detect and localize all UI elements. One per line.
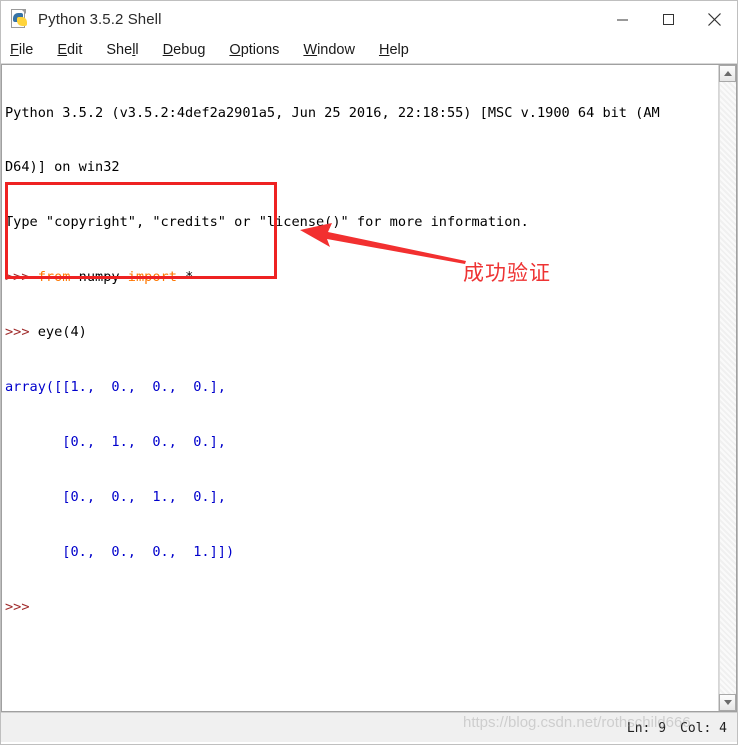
input-line-1: >>> from numpy import * xyxy=(5,268,718,286)
menu-mnemonic-options: O xyxy=(229,41,241,58)
status-column: Col: 4 xyxy=(680,720,727,736)
menu-item-debug[interactable]: Debug xyxy=(163,43,206,58)
menu-label-help: elp xyxy=(389,41,409,58)
banner-line-1: Python 3.5.2 (v3.5.2:4def2a2901a5, Jun 2… xyxy=(5,104,660,121)
menu-mnemonic-window: W xyxy=(303,41,318,58)
prompt-1: >>> xyxy=(5,269,30,286)
menu-label-edit: dit xyxy=(67,41,83,58)
output-line-1: array([[1., 0., 0., 0.], xyxy=(5,379,226,396)
idle-shell-window: Python 3.5.2 Shell File Edit Shell Debug… xyxy=(0,0,738,745)
input-1-module: numpy xyxy=(70,269,128,286)
prompt-2: >>> xyxy=(5,324,30,341)
menu-item-options[interactable]: Options xyxy=(229,43,279,58)
shell-text[interactable]: Python 3.5.2 (v3.5.2:4def2a2901a5, Jun 2… xyxy=(2,65,718,711)
menu-item-help[interactable]: Help xyxy=(379,43,409,58)
menu-item-edit[interactable]: Edit xyxy=(57,43,82,58)
annotation-label: 成功验证 xyxy=(463,261,551,285)
menu-label-options: ptions xyxy=(240,41,280,58)
keyword-from: from xyxy=(37,269,71,286)
input-1-star: * xyxy=(176,269,194,286)
title-bar: Python 3.5.2 Shell xyxy=(1,1,737,37)
vertical-scrollbar[interactable] xyxy=(718,65,736,711)
minimize-icon xyxy=(616,19,628,20)
maximize-icon xyxy=(662,13,674,25)
window-title: Python 3.5.2 Shell xyxy=(38,10,162,28)
keyword-import: import xyxy=(127,269,177,286)
menu-label-debug: ebug xyxy=(173,41,206,58)
minimize-button[interactable] xyxy=(599,1,645,37)
menu-mnemonic-debug: D xyxy=(162,41,174,58)
maximize-button[interactable] xyxy=(645,1,691,37)
menu-mnemonic-help: H xyxy=(378,41,390,58)
window-controls xyxy=(599,1,737,37)
scroll-down-button[interactable] xyxy=(719,694,736,711)
menu-label-file: ile xyxy=(18,41,34,58)
close-icon xyxy=(707,12,721,26)
menu-item-file[interactable]: File xyxy=(10,43,33,58)
close-button[interactable] xyxy=(691,1,737,37)
cursor-position: Ln: 9 Col: 4 xyxy=(613,713,727,743)
input-line-3: >>> xyxy=(5,598,718,616)
shell-output-area: Python 3.5.2 (v3.5.2:4def2a2901a5, Jun 2… xyxy=(1,64,737,712)
banner-line-3: Type "copyright", "credits" or "license(… xyxy=(5,214,529,231)
banner-line-2: D64)] on win32 xyxy=(5,159,120,176)
status-line: Ln: 9 xyxy=(626,720,667,736)
scroll-up-icon xyxy=(723,71,732,76)
menu-mnemonic-edit: E xyxy=(57,41,68,58)
scrollbar-track[interactable] xyxy=(719,82,736,694)
menu-item-window[interactable]: Window xyxy=(303,43,355,58)
status-bar: Ln: 9 Col: 4 xyxy=(1,712,737,742)
output-line-3: [0., 0., 1., 0.], xyxy=(5,488,226,505)
output-line-2: [0., 1., 0., 0.], xyxy=(5,433,226,450)
menu-label-window: indow xyxy=(317,41,355,58)
prompt-3: >>> xyxy=(5,598,30,615)
scroll-up-button[interactable] xyxy=(719,65,736,82)
input-1-space xyxy=(30,269,38,285)
input-line-2: >>> eye(4) xyxy=(5,323,718,341)
menu-bar: File Edit Shell Debug Options Window Hel… xyxy=(1,37,737,64)
output-line-4: [0., 0., 0., 1.]]) xyxy=(5,543,235,560)
menu-item-shell[interactable]: Shell xyxy=(106,43,138,58)
menu-label-shell-pre: She xyxy=(106,41,133,58)
menu-label-shell-post: l xyxy=(135,41,139,58)
python-idle-icon xyxy=(10,9,30,29)
menu-mnemonic-file: F xyxy=(10,41,19,58)
scroll-down-icon xyxy=(723,700,732,705)
input-2-text: eye(4) xyxy=(29,324,87,341)
